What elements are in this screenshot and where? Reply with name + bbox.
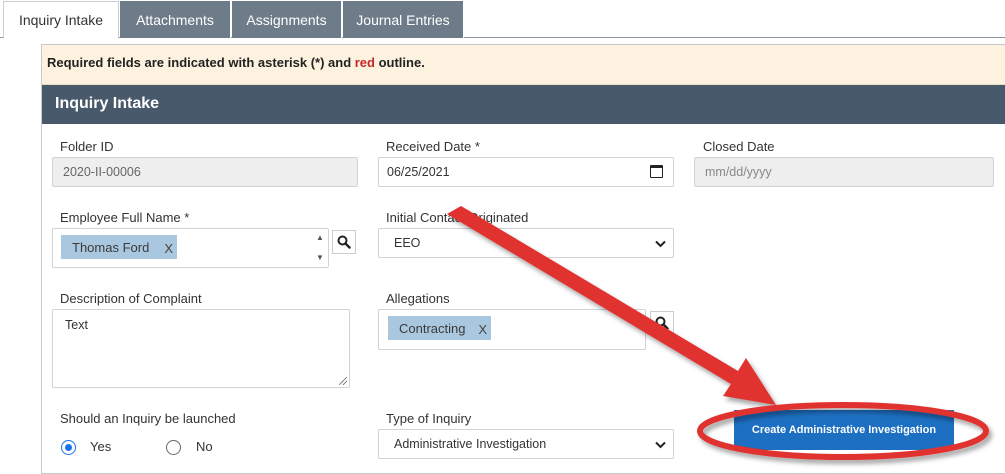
chevron-down-icon	[655, 240, 666, 248]
employee-tag: Thomas Ford X	[61, 235, 177, 259]
folder-id-label: Folder ID	[60, 139, 114, 154]
scroll-up-icon[interactable]: ▲	[314, 231, 326, 244]
tab-bar: Inquiry Intake Attachments Assignments J…	[0, 0, 1005, 39]
initial-contact-value: EEO	[394, 236, 421, 250]
allegation-tag-label: Contracting	[399, 320, 466, 336]
calendar-icon[interactable]	[650, 165, 663, 178]
closed-date-label: Closed Date	[703, 139, 775, 154]
closed-date-field: mm/dd/yyyy	[694, 157, 994, 187]
search-icon	[337, 235, 351, 249]
launch-no-radio[interactable]	[166, 440, 181, 455]
notice-text-end: outline.	[374, 55, 425, 70]
description-value: Text	[65, 318, 88, 332]
description-textarea[interactable]: Text	[52, 309, 350, 388]
employee-tag-label: Thomas Ford	[72, 239, 150, 255]
remove-employee-button[interactable]: X	[164, 241, 173, 256]
initial-contact-label: Initial Contact Originated	[386, 210, 529, 225]
employee-search-button[interactable]	[332, 230, 356, 254]
notice-text: Required fields are indicated with aster…	[47, 55, 355, 70]
initial-contact-select[interactable]: EEO	[378, 228, 674, 258]
launch-yes-radio[interactable]	[61, 440, 76, 455]
description-label: Description of Complaint	[60, 291, 202, 306]
received-date-label: Received Date *	[386, 139, 480, 154]
tab-journal-entries[interactable]: Journal Entries	[343, 1, 464, 38]
required-fields-notice: Required fields are indicated with aster…	[42, 45, 1005, 85]
folder-id-field: 2020-II-00006	[52, 157, 358, 187]
scroll-down-icon[interactable]: ▼	[314, 251, 326, 264]
chevron-down-icon	[655, 441, 666, 449]
search-icon	[655, 316, 669, 330]
launch-inquiry-label: Should an Inquiry be launched	[60, 411, 236, 426]
tab-attachments[interactable]: Attachments	[120, 1, 231, 38]
type-of-inquiry-label: Type of Inquiry	[386, 411, 472, 426]
type-of-inquiry-select[interactable]: Administrative Investigation	[378, 429, 674, 459]
launch-no-label: No	[196, 439, 213, 454]
received-date-value: 06/25/2021	[387, 165, 450, 179]
launch-yes-label: Yes	[90, 439, 112, 454]
remove-allegation-button[interactable]: X	[478, 322, 487, 337]
tab-inquiry-intake[interactable]: Inquiry Intake	[3, 1, 119, 39]
resize-handle-icon[interactable]	[339, 377, 347, 385]
allegations-search-button[interactable]	[650, 311, 674, 335]
employee-full-name-label: Employee Full Name *	[60, 210, 190, 225]
allegation-tag: Contracting X	[388, 316, 491, 340]
received-date-field[interactable]: 06/25/2021	[378, 157, 674, 187]
section-title: Inquiry Intake	[42, 85, 1005, 124]
create-administrative-investigation-button[interactable]: Create Administrative Investigation	[734, 410, 954, 450]
allegations-label: Allegations	[386, 291, 450, 306]
tab-assignments[interactable]: Assignments	[232, 1, 342, 38]
employee-full-name-field[interactable]: Thomas Ford X ▲ ▼	[52, 228, 329, 268]
allegations-field[interactable]: Contracting X	[378, 309, 646, 350]
notice-red-word: red	[354, 55, 375, 70]
type-of-inquiry-value: Administrative Investigation	[394, 437, 547, 451]
